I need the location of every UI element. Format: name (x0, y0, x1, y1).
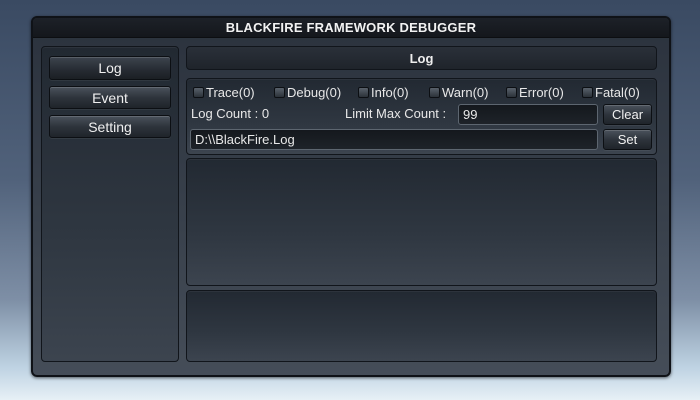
filter-trace-label: Trace(0) (206, 84, 255, 100)
log-path-input[interactable]: D:\\BlackFire.Log (190, 129, 598, 150)
checkbox-box[interactable] (274, 86, 285, 98)
filter-fatal-checkbox[interactable]: Fatal(0) (582, 84, 640, 100)
checkbox-box[interactable] (193, 86, 204, 98)
section-header: Log (186, 46, 657, 70)
filter-debug-checkbox[interactable]: Debug(0) (274, 84, 341, 100)
filter-error-checkbox[interactable]: Error(0) (506, 84, 564, 100)
log-detail-panel[interactable] (186, 290, 657, 362)
checkbox-box[interactable] (358, 86, 369, 98)
sidebar-item-setting[interactable]: Setting (49, 115, 171, 138)
filter-warn-label: Warn(0) (442, 84, 489, 100)
filter-fatal-label: Fatal(0) (595, 84, 640, 100)
limit-max-count-label: Limit Max Count : (345, 106, 447, 121)
filter-info-checkbox[interactable]: Info(0) (358, 84, 409, 100)
clear-button[interactable]: Clear (603, 104, 652, 125)
window-title: BLACKFIRE FRAMEWORK DEBUGGER (33, 18, 669, 38)
sidebar-item-log[interactable]: Log (49, 56, 171, 80)
set-button[interactable]: Set (603, 129, 652, 150)
filter-trace-checkbox[interactable]: Trace(0) (193, 84, 255, 100)
checkbox-box[interactable] (429, 86, 440, 98)
filter-error-label: Error(0) (519, 84, 564, 100)
filter-debug-label: Debug(0) (287, 84, 342, 100)
sidebar-item-event[interactable]: Event (49, 86, 171, 109)
filter-info-label: Info(0) (371, 84, 409, 100)
checkbox-box[interactable] (506, 86, 517, 98)
log-count-label: Log Count : 0 (191, 106, 270, 121)
limit-max-count-input[interactable]: 99 (458, 104, 598, 125)
log-list-panel[interactable] (186, 158, 657, 286)
checkbox-box[interactable] (582, 86, 593, 98)
filter-warn-checkbox[interactable]: Warn(0) (429, 84, 488, 100)
